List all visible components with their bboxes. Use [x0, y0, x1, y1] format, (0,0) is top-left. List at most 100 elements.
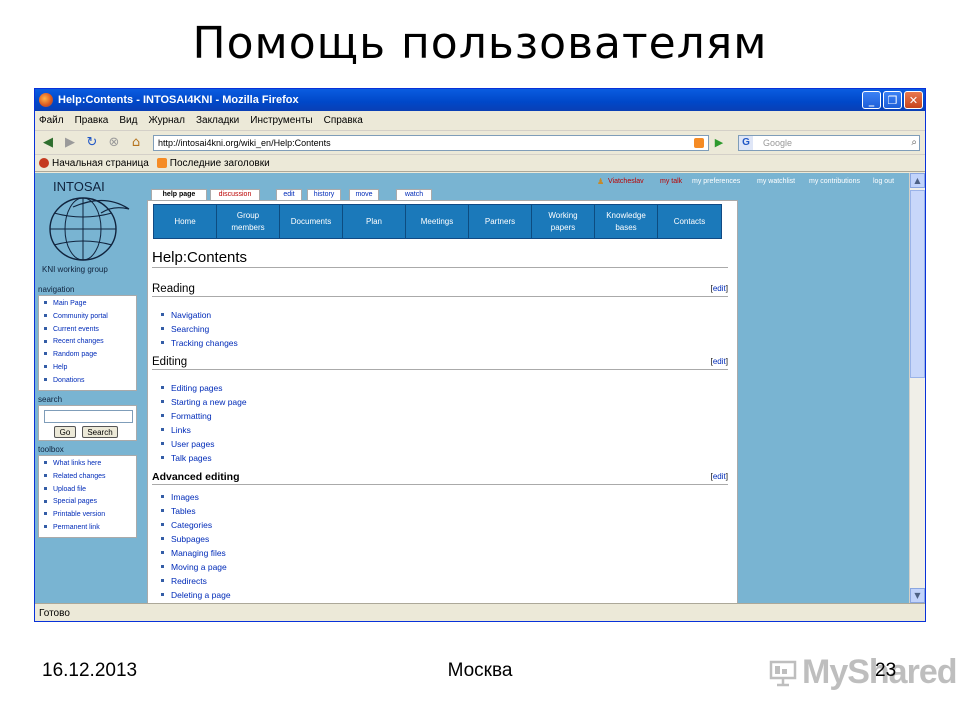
nav-link-community-portal[interactable]: Community portal [42, 311, 136, 324]
personal-watchlist[interactable]: my watchlist [757, 178, 795, 185]
google-engine-icon[interactable]: G [739, 135, 753, 150]
menu-tools[interactable]: Инструменты [250, 115, 312, 126]
help-link-user-pages[interactable]: User pages [161, 439, 214, 449]
rss-icon[interactable] [694, 137, 704, 148]
bookmark-start-page[interactable]: Начальная страница [39, 158, 149, 169]
edit-link-label[interactable]: edit [713, 357, 726, 366]
topnav-plan[interactable]: Plan [343, 205, 406, 238]
topnav-label[interactable]: Documents [291, 216, 331, 228]
bookmark-latest-headlines[interactable]: Последние заголовки [156, 158, 270, 169]
help-link-deleting-page[interactable]: Deleting a page [161, 590, 231, 600]
magnifier-icon[interactable]: ⌕ [911, 137, 917, 148]
topnav-working-papers[interactable]: Working papers [532, 205, 595, 238]
tool-link-upload-file[interactable]: Upload file [42, 484, 136, 497]
go-arrow-icon[interactable]: ▶ [712, 136, 726, 150]
search-button[interactable]: Search [82, 426, 118, 438]
tool-link-what-links-here[interactable]: What links here [42, 458, 136, 471]
scroll-thumb[interactable] [910, 190, 925, 378]
topnav-label[interactable]: Group [237, 210, 259, 222]
web-search-box[interactable]: G Google ⌕ [738, 134, 920, 151]
help-link-moving-page[interactable]: Moving a page [161, 562, 227, 572]
url-text[interactable]: http://intosai4kni.org/wiki_en/Help:Cont… [158, 138, 694, 148]
menu-help[interactable]: Справка [324, 115, 363, 126]
help-link-categories[interactable]: Categories [161, 520, 212, 530]
tool-link-printable-version[interactable]: Printable version [42, 509, 136, 522]
help-link-tables[interactable]: Tables [161, 506, 196, 516]
tool-link-permanent-link[interactable]: Permanent link [42, 522, 136, 535]
personal-preferences[interactable]: my preferences [692, 178, 740, 185]
scroll-down-arrow-icon[interactable]: ▼ [910, 588, 925, 603]
personal-contributions[interactable]: my contributions [809, 178, 860, 185]
help-link-formatting[interactable]: Formatting [161, 411, 212, 421]
forward-arrow-icon[interactable]: ▶ [61, 134, 79, 152]
help-link-navigation[interactable]: Navigation [161, 310, 211, 320]
help-link-images[interactable]: Images [161, 492, 199, 502]
bookmark-label[interactable]: Последние заголовки [170, 158, 270, 169]
topnav-knowledge-bases[interactable]: Knowledge bases [595, 205, 658, 238]
help-link-links[interactable]: Links [161, 425, 191, 435]
menu-history[interactable]: Журнал [148, 115, 185, 126]
topnav-group-members[interactable]: Group members [217, 205, 280, 238]
section-edit-link[interactable]: [edit] [711, 357, 728, 366]
stop-icon[interactable]: ⊗ [105, 134, 123, 152]
topnav-label-line2[interactable]: bases [615, 222, 636, 234]
topnav-label-line2[interactable]: papers [551, 222, 575, 234]
nav-link-recent-changes[interactable]: Recent changes [42, 336, 136, 349]
help-link-managing-files[interactable]: Managing files [161, 548, 226, 558]
topnav-documents[interactable]: Documents [280, 205, 343, 238]
help-link-talk-pages[interactable]: Talk pages [161, 453, 212, 463]
nav-link-main-page[interactable]: Main Page [42, 298, 136, 311]
nav-link-random-page[interactable]: Random page [42, 349, 136, 362]
tab-move[interactable]: move [349, 189, 379, 200]
topnav-label[interactable]: Contacts [674, 216, 706, 228]
personal-talk[interactable]: my talk [660, 178, 682, 185]
topnav-label[interactable]: Home [174, 216, 195, 228]
personal-user[interactable]: Viatcheslav [608, 178, 644, 185]
topnav-partners[interactable]: Partners [469, 205, 532, 238]
topnav-label-line2[interactable]: members [231, 222, 264, 234]
nav-link-donations[interactable]: Donations [42, 375, 136, 388]
tab-watch[interactable]: watch [396, 189, 432, 200]
close-button[interactable]: ✕ [904, 91, 923, 109]
nav-link-help[interactable]: Help [42, 362, 136, 375]
reload-icon[interactable]: ↻ [83, 134, 101, 152]
edit-link-label[interactable]: edit [713, 284, 726, 293]
home-icon[interactable]: ⌂ [127, 134, 145, 152]
site-logo[interactable]: INTOSAI KNI working group [35, 173, 139, 283]
tab-history[interactable]: history [307, 189, 341, 200]
tab-discussion[interactable]: discussion [210, 189, 260, 200]
tab-edit[interactable]: edit [276, 189, 302, 200]
tool-link-special-pages[interactable]: Special pages [42, 496, 136, 509]
topnav-contacts[interactable]: Contacts [658, 205, 721, 238]
menu-bookmarks[interactable]: Закладки [196, 115, 239, 126]
help-link-redirects[interactable]: Redirects [161, 576, 207, 586]
help-link-subpages[interactable]: Subpages [161, 534, 209, 544]
topnav-label[interactable]: Partners [485, 216, 515, 228]
nav-link-current-events[interactable]: Current events [42, 324, 136, 337]
tool-link-related-changes[interactable]: Related changes [42, 471, 136, 484]
topnav-meetings[interactable]: Meetings [406, 205, 469, 238]
vertical-scrollbar[interactable]: ▲ ▼ [909, 173, 925, 603]
edit-link-label[interactable]: edit [713, 472, 726, 481]
section-edit-link[interactable]: [edit] [711, 472, 728, 481]
help-link-editing-pages[interactable]: Editing pages [161, 383, 223, 393]
back-arrow-icon[interactable]: ◀ [39, 134, 57, 152]
maximize-button[interactable]: ❐ [883, 91, 902, 109]
topnav-label[interactable]: Plan [366, 216, 382, 228]
menu-edit[interactable]: Правка [75, 115, 109, 126]
help-link-starting-new-page[interactable]: Starting a new page [161, 397, 247, 407]
minimize-button[interactable]: _ [862, 91, 881, 109]
go-button[interactable]: Go [54, 426, 76, 438]
wiki-search-input[interactable] [44, 410, 133, 423]
help-link-tracking-changes[interactable]: Tracking changes [161, 338, 238, 348]
scroll-up-arrow-icon[interactable]: ▲ [910, 173, 925, 188]
topnav-label[interactable]: Meetings [421, 216, 453, 228]
topnav-home[interactable]: Home [154, 205, 217, 238]
topnav-label[interactable]: Knowledge [606, 210, 646, 222]
web-search-placeholder[interactable]: Google [763, 138, 792, 148]
section-edit-link[interactable]: [edit] [711, 284, 728, 293]
url-bar[interactable]: http://intosai4kni.org/wiki_en/Help:Cont… [153, 134, 709, 151]
personal-logout[interactable]: log out [873, 178, 894, 185]
bookmark-label[interactable]: Начальная страница [52, 158, 149, 169]
menu-view[interactable]: Вид [119, 115, 137, 126]
